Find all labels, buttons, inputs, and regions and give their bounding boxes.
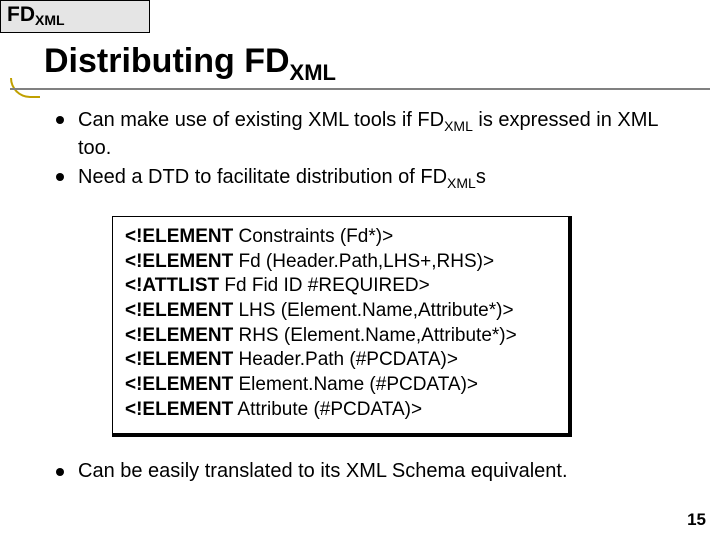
- code-kw: <!ELEMENT: [125, 374, 233, 395]
- code-rest: LHS (Element.Name,Attribute*)>: [233, 300, 513, 321]
- title-pre: Distributing FD: [44, 42, 290, 80]
- code-rest: Attribute (#PCDATA)>: [233, 399, 422, 420]
- list-item: Can make use of existing XML tools if FD…: [78, 108, 696, 161]
- code-line: <!ELEMENT Fd (Header.Path,LHS+,RHS)>: [125, 250, 556, 275]
- title-rule: [10, 88, 710, 90]
- bullet-text: Can make use of existing XML tools if FD: [78, 109, 444, 131]
- code-kw: <!ELEMENT: [125, 251, 233, 272]
- code-rest: Element.Name (#PCDATA)>: [233, 374, 478, 395]
- code-rest: Header.Path (#PCDATA)>: [233, 349, 458, 370]
- bullet-icon: [56, 468, 64, 476]
- header-sub: XML: [35, 12, 65, 28]
- code-rest: Fd (Header.Path,LHS+,RHS)>: [233, 251, 494, 272]
- bullet-list-top: Can make use of existing XML tools if FD…: [78, 108, 696, 196]
- code-kw: <!ELEMENT: [125, 349, 233, 370]
- dtd-codebox: <!ELEMENT Constraints (Fd*)> <!ELEMENT F…: [112, 216, 572, 437]
- code-line: <!ELEMENT Header.Path (#PCDATA)>: [125, 348, 556, 373]
- bullet-icon: [56, 173, 64, 181]
- code-rest: Fd Fid ID #REQUIRED>: [219, 275, 430, 296]
- bullet-sub: XML: [444, 118, 473, 134]
- slide: FDXML Distributing FDXML Can make use of…: [0, 0, 720, 540]
- bullet-icon: [56, 116, 64, 124]
- bullet-list-bottom: Can be easily translated to its XML Sche…: [78, 460, 696, 483]
- code-kw: <!ELEMENT: [125, 300, 233, 321]
- page-number: 15: [687, 510, 706, 530]
- code-kw: <!ELEMENT: [125, 226, 233, 247]
- header-tab: FDXML: [0, 0, 150, 33]
- list-item: Need a DTD to facilitate distribution of…: [78, 165, 696, 193]
- code-line: <!ELEMENT LHS (Element.Name,Attribute*)>: [125, 299, 556, 324]
- title-sub: XML: [290, 60, 336, 85]
- slide-title: Distributing FDXML: [44, 42, 336, 86]
- code-line: <!ELEMENT Element.Name (#PCDATA)>: [125, 373, 556, 398]
- code-line: <!ELEMENT Attribute (#PCDATA)>: [125, 398, 556, 423]
- bullet-text: Can be easily translated to its XML Sche…: [78, 460, 568, 482]
- bullet-sub: XML: [447, 175, 476, 191]
- code-kw: <!ELEMENT: [125, 325, 233, 346]
- code-kw: <!ATTLIST: [125, 275, 219, 296]
- code-line: <!ELEMENT Constraints (Fd*)>: [125, 225, 556, 250]
- header-fd: FD: [7, 3, 35, 26]
- bullet-text: Need a DTD to facilitate distribution of…: [78, 166, 447, 188]
- code-line: <!ELEMENT RHS (Element.Name,Attribute*)>: [125, 324, 556, 349]
- code-rest: Constraints (Fd*)>: [233, 226, 393, 247]
- code-kw: <!ELEMENT: [125, 399, 233, 420]
- code-rest: RHS (Element.Name,Attribute*)>: [233, 325, 517, 346]
- bullet-text-after: s: [476, 166, 486, 188]
- code-line: <!ATTLIST Fd Fid ID #REQUIRED>: [125, 274, 556, 299]
- list-item: Can be easily translated to its XML Sche…: [78, 460, 696, 483]
